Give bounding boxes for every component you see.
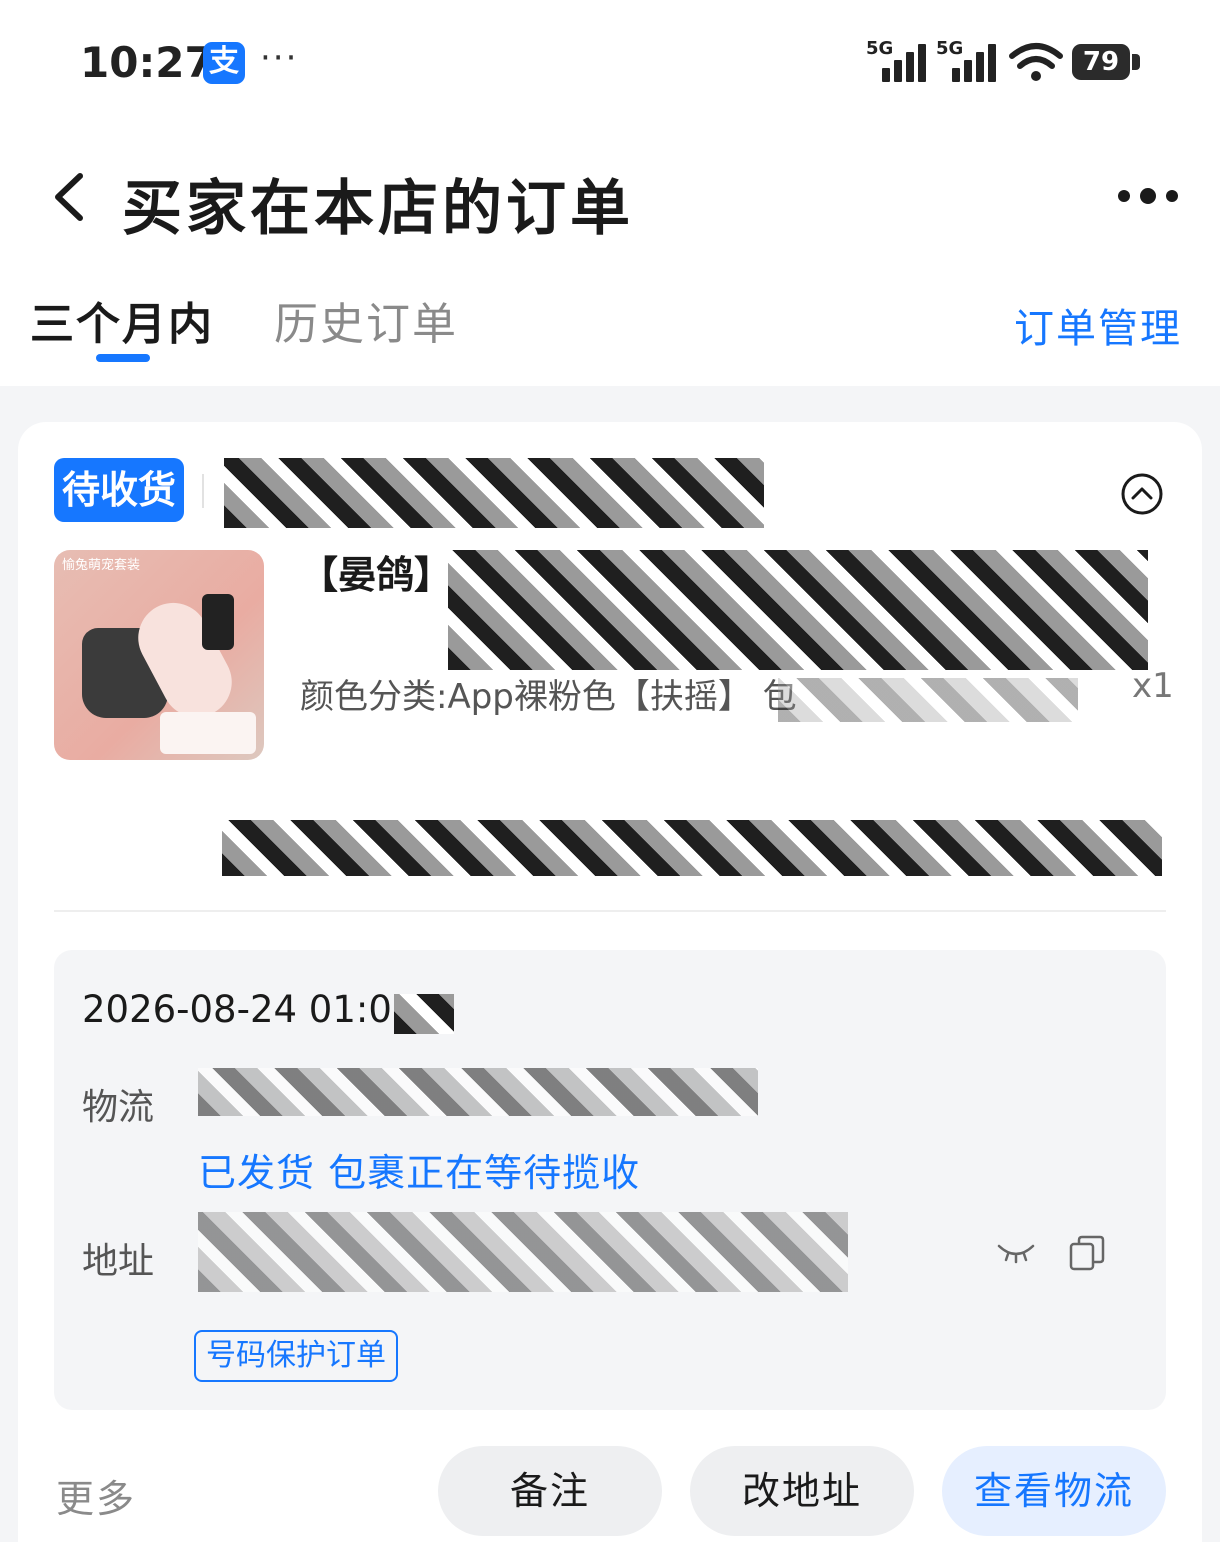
tab-history-orders[interactable]: 历史订单 [274, 288, 458, 352]
order-time: 2026-08-24 01:0 [82, 988, 392, 1031]
redacted-tracking-number [198, 1068, 758, 1116]
status-bar: 10:27 支 ··· 5G 5G 79 [0, 0, 1220, 130]
tab-three-months[interactable]: 三个月内 [30, 288, 214, 352]
network-type-label: 5G [936, 38, 964, 59]
redacted-order-id [224, 458, 764, 528]
tab-bar: 三个月内 历史订单 订单管理 [0, 260, 1220, 386]
more-options-icon[interactable] [1116, 186, 1180, 206]
battery-tip [1132, 54, 1140, 70]
section-divider [54, 910, 1166, 912]
view-logistics-button[interactable]: 查看物流 [942, 1446, 1166, 1536]
note-button[interactable]: 备注 [438, 1446, 662, 1536]
eye-closed-icon[interactable] [996, 1240, 1036, 1264]
network-type-label: 5G [866, 38, 894, 59]
clock: 10:27 [80, 38, 214, 87]
order-info-box: 2026-08-24 01:0 物流 已发货 包裹正在等待揽收 地址 号码保护订… [54, 950, 1166, 1410]
wifi-icon [1009, 43, 1063, 81]
product-image-label: 愉兔萌宠套装 [62, 558, 141, 573]
order-card: 待收货 愉兔萌宠套装 【晏鸽】 扶摇扶 雷动 颜色分类:App裸粉色【扶摇】 包… [18, 422, 1202, 1542]
redacted-time [394, 994, 454, 1034]
signal-icon: 5G [936, 38, 1000, 82]
address-label: 地址 [82, 1241, 155, 1282]
copy-icon[interactable] [1068, 1234, 1106, 1272]
redacted-spec [778, 678, 1078, 722]
phone-shape [202, 594, 234, 650]
more-actions-link[interactable]: 更多 [56, 1468, 136, 1523]
order-management-link[interactable]: 订单管理 [1014, 296, 1182, 354]
alipay-icon: 支 [203, 42, 245, 84]
product-box-shape [160, 712, 256, 754]
battery-icon: 79 [1072, 44, 1130, 80]
logistics-status[interactable]: 已发货 包裹正在等待揽收 [198, 1142, 640, 1197]
redacted-payment-amount [222, 820, 1162, 876]
tab-active-indicator [96, 354, 150, 362]
page-title: 买家在本店的订单 [122, 174, 634, 244]
redacted-address [198, 1212, 848, 1292]
product-quantity: x1 [1132, 666, 1174, 706]
collapse-chevron-up-icon[interactable] [1120, 472, 1164, 516]
divider [202, 474, 204, 508]
notification-dots: ··· [260, 38, 299, 78]
redacted-product-title [448, 550, 1148, 670]
order-status-badge: 待收货 [54, 458, 184, 522]
back-arrow-icon[interactable] [48, 170, 88, 224]
nav-bar: 买家在本店的订单 [0, 130, 1220, 260]
number-protection-tag: 号码保护订单 [194, 1330, 398, 1382]
logistics-label: 物流 [82, 1087, 155, 1128]
signal-icon: 5G [866, 38, 930, 82]
change-address-button[interactable]: 改地址 [690, 1446, 914, 1536]
product-image[interactable]: 愉兔萌宠套装 [54, 550, 264, 760]
